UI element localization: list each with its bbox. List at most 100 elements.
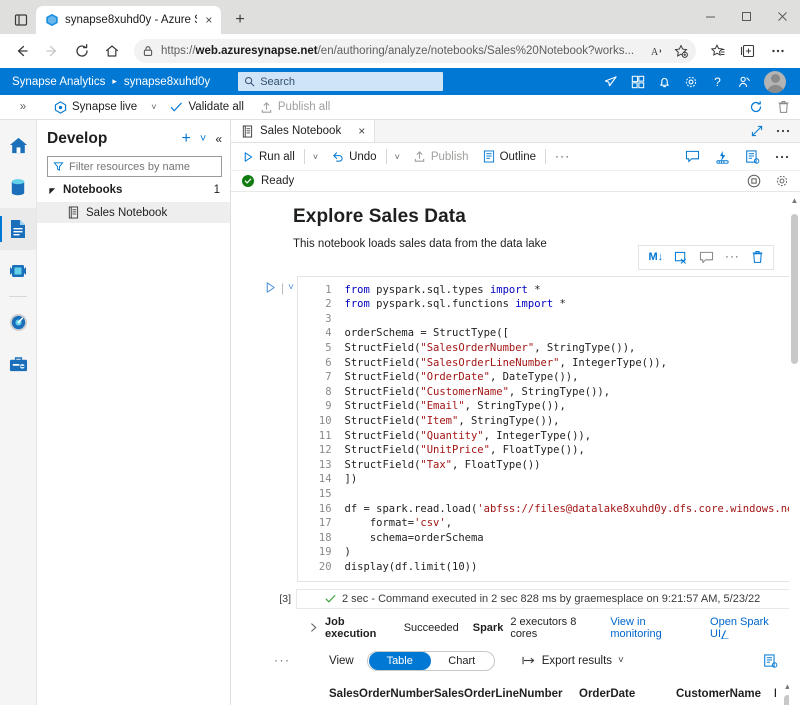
cell-options-caret-icon[interactable]: ˅ <box>288 282 294 293</box>
column-header-salesordernumber[interactable]: SalesOrderNumber <box>329 688 434 700</box>
reload-button[interactable] <box>68 38 96 64</box>
cell-toolbar: M↓ ··· <box>638 245 774 270</box>
comments-icon[interactable] <box>685 150 700 163</box>
develop-pane: Develop + ˅ « Filter resources by name N… <box>37 120 231 705</box>
success-check-icon <box>242 175 254 187</box>
collections-icon[interactable] <box>734 38 762 64</box>
search-input[interactable]: Search <box>238 72 443 91</box>
column-header-salesorderlinenumber[interactable]: SalesOrderLineNumber <box>434 688 579 700</box>
sidebar-item-sales-notebook[interactable]: Sales Notebook <box>37 202 230 223</box>
execution-summary: [3] 2 sec - Command executed in 2 sec 82… <box>261 589 800 609</box>
notebook-tab-close-icon[interactable]: × <box>358 124 365 138</box>
job-execution-row: Job execution Succeeded Spark 2 executor… <box>309 616 800 640</box>
results-tab-chart[interactable]: Chart <box>431 652 493 670</box>
delete-icon[interactable] <box>751 250 764 264</box>
expand-icon[interactable] <box>751 125 763 137</box>
sidebar-item-home[interactable] <box>0 124 36 166</box>
cell-more-button[interactable]: ··· <box>725 251 740 263</box>
feedback-icon[interactable] <box>603 75 618 89</box>
sidebar-item-manage[interactable] <box>0 343 36 385</box>
address-bar[interactable]: https://web.azuresynapse.net/en/authorin… <box>134 39 696 63</box>
minimize-button[interactable] <box>692 4 728 28</box>
account-switch-icon[interactable] <box>737 75 751 89</box>
add-resource-icon[interactable]: + <box>182 130 191 148</box>
left-rail <box>0 120 37 705</box>
filter-icon <box>53 161 64 172</box>
notifications-icon[interactable] <box>658 75 671 89</box>
properties-icon[interactable] <box>745 150 760 164</box>
new-icon[interactable] <box>631 75 645 89</box>
notebook-tab-label: Sales Notebook <box>260 125 341 137</box>
workspace-toolbar-right <box>749 100 800 114</box>
discard-icon[interactable] <box>777 100 790 114</box>
sidebar-item-integrate[interactable] <box>0 250 36 292</box>
expand-panel-icon[interactable]: » <box>0 101 46 113</box>
address-bar-url: https://web.azuresynapse.net/en/authorin… <box>161 45 644 57</box>
close-button[interactable] <box>764 4 800 28</box>
stop-session-icon[interactable] <box>747 174 761 188</box>
external-link-icon: ⎳ <box>721 629 729 639</box>
home-button[interactable] <box>98 38 126 64</box>
scroll-up-arrow-icon[interactable]: ▲ <box>789 194 800 207</box>
toolbar-more-button[interactable]: ··· <box>548 143 577 170</box>
markdown-heading: Explore Sales Data <box>293 206 800 228</box>
notebook-toolbar-right <box>685 150 800 164</box>
convert-to-markdown-button[interactable]: M↓ <box>648 251 663 263</box>
view-in-monitoring-link[interactable]: View in monitoring <box>610 616 697 640</box>
column-header-orderdate[interactable]: OrderDate <box>579 688 676 700</box>
tab-sales-notebook[interactable]: Sales Notebook × <box>231 120 375 142</box>
refresh-icon[interactable] <box>749 100 763 114</box>
workspace-name[interactable]: synapse8xuhd0y <box>124 76 210 88</box>
help-icon[interactable]: ? <box>711 75 724 89</box>
tab-close-icon[interactable]: × <box>203 12 215 28</box>
open-spark-ui-link[interactable]: Open Spark UI⎳ <box>710 616 788 640</box>
pane-actions-icon[interactable]: ˅ <box>200 133 206 145</box>
browser-settings-more-icon[interactable] <box>764 38 792 64</box>
validate-all-button[interactable]: Validate all <box>162 95 251 120</box>
synapse-live-caret-icon[interactable]: ˅ <box>145 102 162 112</box>
export-results-button[interactable]: Export results ˅ <box>522 655 624 667</box>
run-options-caret-icon[interactable]: ˅ <box>307 152 324 162</box>
add-comment-icon[interactable] <box>699 251 714 264</box>
browser-tab[interactable]: synapse8xuhd0y - Azure Synapse × <box>36 6 221 34</box>
results-tab-table[interactable]: Table <box>369 652 431 670</box>
maximize-button[interactable] <box>728 4 764 28</box>
collapse-pane-icon[interactable]: « <box>215 132 222 146</box>
sidebar-item-monitor[interactable] <box>0 301 36 343</box>
tab-actions-button[interactable] <box>6 7 36 33</box>
column-header-customername[interactable]: CustomerName <box>676 688 774 700</box>
more-icon[interactable] <box>775 151 789 163</box>
clear-output-icon[interactable] <box>674 251 688 264</box>
filter-input[interactable]: Filter resources by name <box>47 156 222 177</box>
chevron-right-icon[interactable] <box>309 622 318 633</box>
export-caret-icon[interactable]: ˅ <box>618 655 624 666</box>
spark-session-icon[interactable] <box>715 150 730 164</box>
read-aloud-icon[interactable]: A <box>651 45 665 58</box>
notebook-scrollbar[interactable]: ▲ <box>789 192 800 705</box>
rail-divider <box>9 296 27 297</box>
code-editor[interactable]: 1from pyspark.sql.types import * 2from p… <box>297 276 790 582</box>
spark-detail: 2 executors 8 cores <box>510 616 603 640</box>
new-tab-button[interactable]: + <box>227 7 253 33</box>
validate-all-label: Validate all <box>188 101 243 113</box>
undo-button[interactable]: Undo <box>324 143 384 170</box>
outline-button[interactable]: Outline <box>476 143 543 170</box>
back-button[interactable] <box>8 38 36 64</box>
run-cell-icon[interactable] <box>264 281 277 294</box>
synapse-live-dropdown[interactable]: Synapse live <box>46 95 145 120</box>
favorites-icon[interactable] <box>704 38 732 64</box>
sidebar-item-data[interactable] <box>0 166 36 208</box>
synapse-brand[interactable]: Synapse Analytics <box>8 76 105 88</box>
undo-options-caret-icon[interactable]: ˅ <box>389 152 406 162</box>
publish-label: Publish <box>431 151 469 163</box>
more-icon[interactable] <box>776 125 790 137</box>
avatar[interactable] <box>764 71 786 93</box>
add-favorite-icon[interactable] <box>674 44 688 58</box>
settings-gear-icon[interactable] <box>684 75 698 89</box>
run-all-button[interactable]: Run all <box>231 143 302 170</box>
column-header-email[interactable]: Email <box>774 688 776 700</box>
sidebar-item-develop[interactable] <box>0 208 36 250</box>
notebook-scroll-thumb[interactable] <box>791 214 798 364</box>
settings-gear-icon[interactable] <box>775 174 789 188</box>
group-notebooks[interactable]: Notebooks 1 <box>37 177 230 202</box>
